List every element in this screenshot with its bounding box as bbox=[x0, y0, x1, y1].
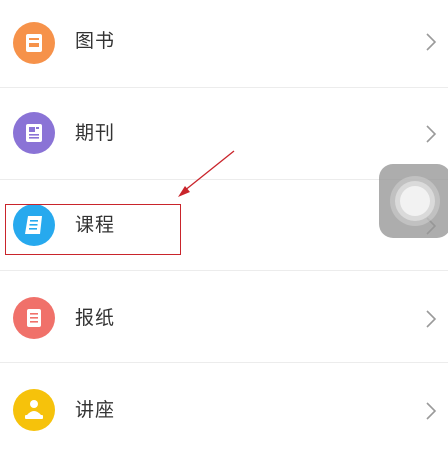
highlight-box bbox=[5, 204, 181, 255]
chevron-right-icon bbox=[425, 309, 437, 329]
list-item-lectures[interactable]: 讲座 bbox=[0, 363, 448, 454]
book-icon bbox=[13, 22, 55, 64]
list-item-label: 报纸 bbox=[75, 307, 116, 329]
list-item-label: 讲座 bbox=[75, 399, 116, 421]
journal-icon bbox=[13, 112, 55, 154]
chevron-right-icon bbox=[425, 401, 437, 421]
list-item-label: 期刊 bbox=[75, 122, 116, 144]
list-item-newspapers[interactable]: 报纸 bbox=[0, 271, 448, 362]
newspaper-icon bbox=[13, 297, 55, 339]
lecture-icon bbox=[13, 389, 55, 431]
chevron-right-icon bbox=[425, 124, 437, 144]
chevron-right-icon bbox=[425, 32, 437, 52]
list-item-books[interactable]: 图书 bbox=[0, 0, 448, 91]
assistive-touch-button[interactable] bbox=[379, 164, 448, 238]
list-item-journals[interactable]: 期刊 bbox=[0, 88, 448, 179]
list-item-label: 图书 bbox=[75, 30, 116, 52]
